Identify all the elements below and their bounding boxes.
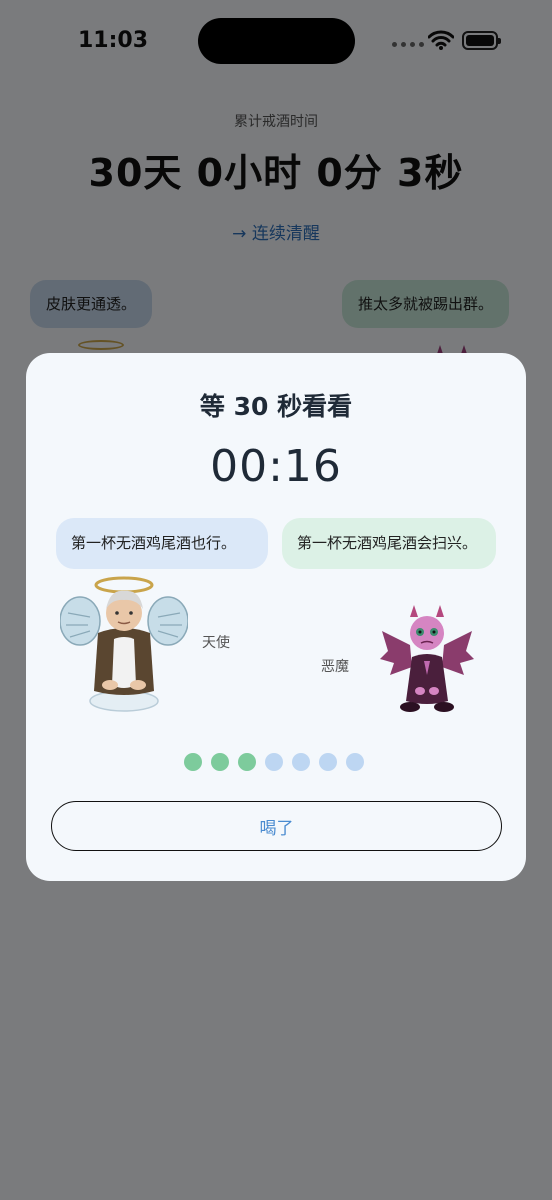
progress-dot-pending [319,753,337,771]
progress-dot-complete [184,753,202,771]
modal-title: 等 30 秒看看 [199,392,353,421]
wait-modal: 等 30 秒看看 00:16 第一杯无酒鸡尾酒也行。 第一杯无酒鸡尾酒会扫兴。 … [26,353,526,881]
progress-dot-complete [238,753,256,771]
progress-dot-pending [292,753,310,771]
devil-label: 恶魔 [321,659,349,675]
progress-dot-complete [211,753,229,771]
progress-dot-pending [265,753,283,771]
progress-dots [184,753,364,771]
devil-character-icon [380,605,474,712]
angel-label: 天使 [202,635,230,651]
progress-dot-pending [346,753,364,771]
devil-speech-bubble: 第一杯无酒鸡尾酒会扫兴。 [282,518,496,569]
countdown-timer: 00:16 [210,441,342,492]
angel-character-icon [60,576,188,712]
drank-button[interactable]: 喝了 [51,801,502,851]
angel-speech-bubble: 第一杯无酒鸡尾酒也行。 [56,518,268,569]
